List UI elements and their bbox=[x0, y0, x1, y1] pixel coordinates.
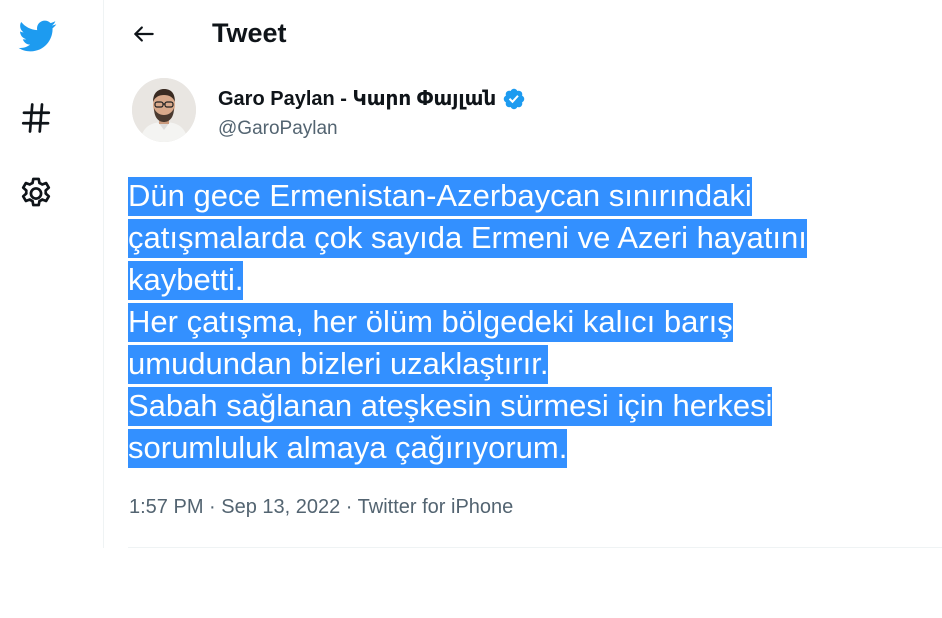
tweet-line: umudundan bizleri uzaklaştırır. bbox=[128, 343, 918, 385]
tweet-line-text: Her çatışma, her ölüm bölgedeki kalıcı b… bbox=[128, 303, 733, 342]
gear-svg bbox=[21, 177, 51, 207]
tweet-line-text: Dün gece Ermenistan-Azerbaycan sınırında… bbox=[128, 177, 752, 216]
tweet-author: Garo Paylan - Կարո Փայլան @GaroPaylan bbox=[132, 78, 852, 150]
twitter-bird-icon[interactable] bbox=[14, 16, 60, 56]
user-handle[interactable]: @GaroPaylan bbox=[218, 118, 338, 140]
page-header: Tweet bbox=[104, 0, 942, 70]
tweet-line-text: kaybetti. bbox=[128, 261, 244, 300]
display-name[interactable]: Garo Paylan - Կարո Փայլան bbox=[218, 86, 496, 111]
verified-badge-svg bbox=[503, 88, 525, 109]
tweet-line-text: sorumluluk almaya çağırıyorum. bbox=[128, 429, 568, 468]
avatar[interactable] bbox=[132, 78, 196, 142]
tweet-text[interactable]: Dün gece Ermenistan-Azerbaycan sınırında… bbox=[128, 175, 918, 469]
tweet-line: sorumluluk almaya çağırıyorum. bbox=[128, 427, 918, 469]
arrow-left-icon bbox=[134, 26, 154, 42]
tweet-timestamp[interactable]: 1:57 PM · Sep 13, 2022 · Twitter for iPh… bbox=[129, 496, 513, 519]
tweet-line-text: çatışmalarda çok sayıda Ermeni ve Azeri … bbox=[128, 219, 807, 258]
tweet-line-text: Sabah sağlanan ateşkesin sürmesi için he… bbox=[128, 387, 773, 426]
avatar-portrait-icon bbox=[132, 78, 196, 142]
back-button[interactable] bbox=[126, 16, 162, 52]
page-title: Tweet bbox=[212, 18, 287, 48]
verified-badge-icon bbox=[502, 87, 526, 111]
tweet-page: Tweet Garo Paylan - Կարո Փայլան @GaroPay… bbox=[0, 0, 942, 618]
hashtag-svg bbox=[21, 103, 51, 133]
tweet-line: Her çatışma, her ölüm bölgedeki kalıcı b… bbox=[128, 301, 918, 343]
tweet-line: kaybetti. bbox=[128, 259, 918, 301]
tweet-line-text: umudundan bizleri uzaklaştırır. bbox=[128, 345, 549, 384]
tweet-line: Sabah sağlanan ateşkesin sürmesi için he… bbox=[128, 385, 918, 427]
tweet-line: Dün gece Ermenistan-Azerbaycan sınırında… bbox=[128, 175, 918, 217]
gear-icon[interactable] bbox=[16, 174, 56, 214]
sidebar bbox=[0, 0, 104, 548]
twitter-bird-svg bbox=[18, 20, 57, 52]
tweet-line: çatışmalarda çok sayıda Ermeni ve Azeri … bbox=[128, 217, 918, 259]
display-name-row: Garo Paylan - Կարո Փայլան bbox=[218, 86, 526, 111]
hashtag-icon[interactable] bbox=[16, 98, 56, 138]
divider bbox=[128, 547, 942, 548]
